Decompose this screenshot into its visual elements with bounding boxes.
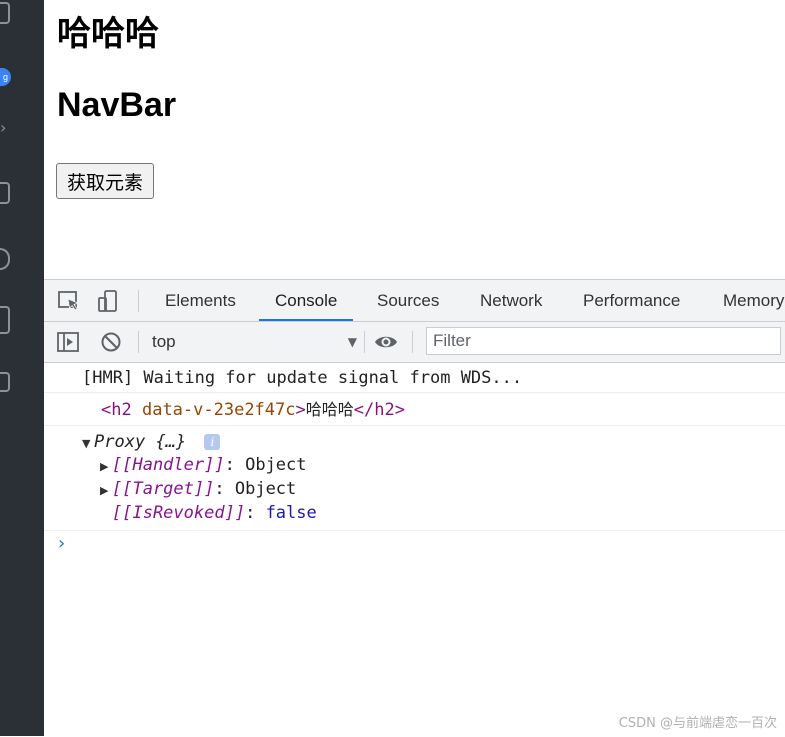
extensions-icon[interactable] bbox=[0, 248, 10, 270]
tab-performance[interactable]: Performance bbox=[583, 280, 680, 321]
page-content: 哈哈哈 NavBar 获取元素 bbox=[44, 0, 785, 280]
inspect-element-icon[interactable] bbox=[57, 289, 81, 313]
tree-item-revoked: [[IsRevoked]]: false bbox=[82, 501, 785, 525]
copy-icon[interactable] bbox=[0, 372, 10, 392]
revoked-key: [[IsRevoked]] bbox=[112, 503, 246, 523]
tab-memory[interactable]: Memory bbox=[723, 280, 784, 321]
tag-close: </h2> bbox=[353, 400, 405, 420]
expanded-triangle-icon: ▼ bbox=[82, 437, 91, 450]
proxy-header[interactable]: ▼ Proxy {…} i bbox=[82, 427, 785, 453]
tree-item-handler[interactable]: ▶ [[Handler]]: Object bbox=[82, 453, 785, 477]
eye-icon[interactable] bbox=[374, 330, 398, 354]
console-message: [HMR] Waiting for update signal from WDS… bbox=[44, 363, 785, 393]
handler-key: [[Handler]] bbox=[112, 455, 225, 475]
revoked-value: false bbox=[265, 503, 317, 523]
proxy-label: Proxy bbox=[94, 432, 146, 452]
colon: : bbox=[224, 455, 235, 475]
activity-bar: g › bbox=[0, 0, 44, 736]
debug-icon[interactable] bbox=[0, 182, 10, 204]
toolbar-divider bbox=[412, 331, 413, 353]
context-value: top bbox=[152, 332, 176, 351]
file-icon[interactable] bbox=[0, 306, 10, 334]
devtools-panel: Elements Console Sources Network Perform… bbox=[44, 279, 785, 737]
target-value: Object bbox=[234, 479, 297, 499]
dropdown-arrow-icon: ▼ bbox=[347, 335, 357, 349]
tag-bracket: > bbox=[295, 400, 306, 420]
tab-sources[interactable]: Sources bbox=[377, 280, 439, 321]
tab-elements[interactable]: Elements bbox=[165, 280, 236, 321]
tab-network[interactable]: Network bbox=[480, 280, 542, 321]
tab-console[interactable]: Console bbox=[258, 280, 354, 321]
collapsed-triangle-icon: ▶ bbox=[100, 484, 109, 497]
page-heading-chinese: 哈哈哈 bbox=[57, 14, 159, 54]
context-selector[interactable]: top ▼ bbox=[152, 330, 357, 354]
colon: : bbox=[245, 503, 256, 523]
tag-open: <h2 bbox=[101, 400, 132, 420]
console-message[interactable]: <h2 data-v-23e2f47c>哈哈哈</h2> bbox=[44, 394, 785, 426]
hmr-message: [HMR] Waiting for update signal from WDS… bbox=[82, 368, 523, 388]
explorer-icon[interactable] bbox=[0, 2, 10, 24]
toolbar-divider bbox=[138, 331, 139, 353]
proxy-preview: {…} bbox=[155, 432, 187, 452]
device-toolbar-icon[interactable] bbox=[96, 289, 120, 313]
console-toolbar: top ▼ bbox=[44, 322, 785, 363]
target-key: [[Target]] bbox=[112, 479, 215, 499]
handler-value: Object bbox=[245, 455, 307, 475]
collapsed-triangle-icon: ▶ bbox=[100, 460, 109, 473]
colon: : bbox=[214, 479, 225, 499]
get-element-button[interactable]: 获取元素 bbox=[56, 163, 155, 199]
notification-badge: g bbox=[0, 68, 11, 86]
tree-item-target[interactable]: ▶ [[Target]]: Object bbox=[82, 477, 785, 501]
toolbar-divider bbox=[138, 290, 139, 312]
toolbar-divider bbox=[364, 331, 365, 353]
console-message: ▼ Proxy {…} i ▶ [[Handler]]: Object ▶ [[Tar… bbox=[44, 427, 785, 531]
tag-text: 哈哈哈 bbox=[305, 400, 354, 419]
watermark: CSDN @与前端虐恋一百次 bbox=[618, 716, 777, 731]
info-icon[interactable]: i bbox=[204, 434, 221, 450]
clear-console-icon[interactable] bbox=[99, 330, 123, 354]
filter-input[interactable] bbox=[426, 327, 781, 355]
tag-attribute: data-v-23e2f47c bbox=[141, 400, 296, 420]
devtools-tabbar: Elements Console Sources Network Perform… bbox=[44, 280, 785, 322]
sidebar-toggle-icon[interactable] bbox=[56, 330, 80, 354]
chevron-right-icon[interactable]: › bbox=[0, 118, 6, 137]
console-prompt-icon[interactable]: › bbox=[58, 533, 65, 554]
navbar-heading: NavBar bbox=[57, 86, 177, 124]
